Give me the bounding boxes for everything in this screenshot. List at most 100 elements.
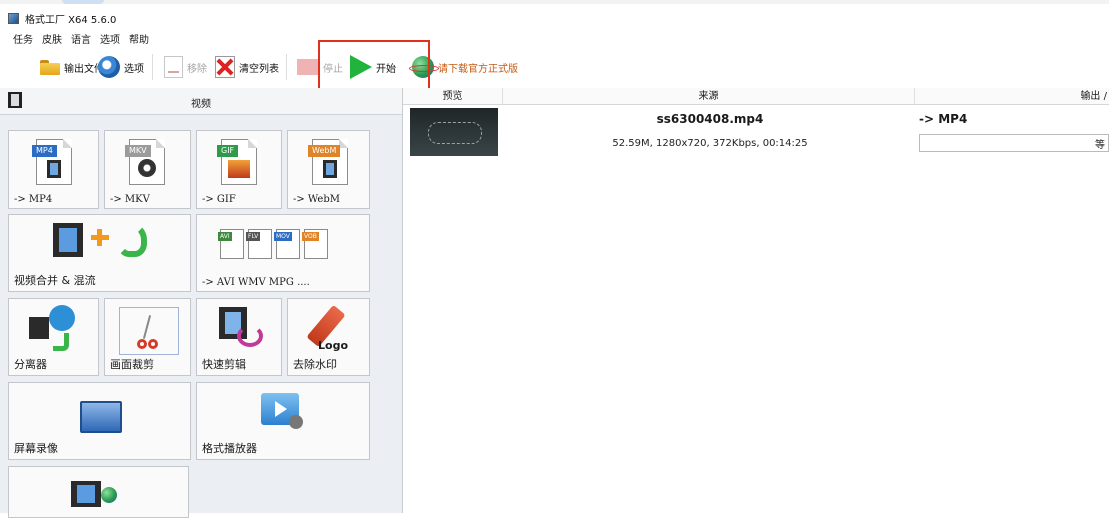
highlight-annotation-box [318,40,430,92]
image-icon [228,160,250,178]
file-name: ss6300408.mp4 [656,112,764,126]
mp4-file-icon: MP4 [32,139,72,185]
film-frame [59,228,77,252]
webm-file-icon: WebM [308,139,348,185]
remove-button[interactable]: 移除 [164,54,207,80]
app-icon [8,12,19,24]
vob-tag: VOB [302,232,319,241]
mkv-tag: MKV [125,145,151,157]
output-status-box: 等 [919,134,1109,152]
logo-text: Logo [318,339,348,352]
output-status-text: 等 [1095,140,1105,151]
clear-list-button[interactable]: 清空列表 [215,54,279,80]
window-title: 格式工厂 X64 5.6.0 [25,14,117,26]
remove-label: 移除 [187,63,207,75]
tile-label: -> WebM [293,194,340,205]
music-note-icon [117,223,147,257]
menu-options[interactable]: 选项 [100,31,120,46]
film-strip-icon [47,160,61,178]
tile-quick-clip[interactable]: 快速剪辑 [196,298,282,376]
panel-header-title: 视频 [191,99,211,110]
stop-icon [297,59,319,75]
window-tab-indicator [62,0,104,4]
avi-tag: AVI [218,232,232,241]
scissors-icon [135,315,159,349]
plus-icon-vertical [97,229,102,246]
doc-fold [156,139,165,148]
flv-tag: FLV [246,232,261,241]
tile-to-mp4[interactable]: MP4 -> MP4 [8,130,99,209]
tile-crop[interactable]: 画面裁剪 [104,298,191,376]
globe-icon [101,487,117,503]
top-strip [0,0,1109,4]
screen-record-icon [80,401,122,433]
options-icon [98,56,120,78]
toolbar: 输出文件夹 选项 移除 清空列表 停止 开始 请下载官方正式版 [0,48,1109,86]
download-official-label: 请下载官方正式版 [438,63,518,75]
menu-skin[interactable]: 皮肤 [42,31,62,46]
title-bar: 格式工厂 X64 5.6.0 [8,11,117,26]
options-button[interactable]: 选项 [98,54,144,80]
tile-label: 画面裁剪 [110,358,154,371]
options-label: 选项 [124,63,144,75]
tile-screen-record[interactable]: 屏幕录像 [8,382,191,460]
clear-list-label: 清空列表 [239,63,279,75]
doc-fold [63,139,72,148]
gear-icon [289,415,303,429]
tile-to-avi-wmv-mpg[interactable]: AVI FLV MOV VOB -> AVI WMV MPG .... [196,214,370,292]
webm-tag: WebM [308,145,341,157]
film-stack-icon [53,223,83,257]
file-info: 52.59M, 1280x720, 372Kbps, 00:14:25 [612,138,808,149]
tile-label: -> MP4 [14,194,53,205]
tile-to-webm[interactable]: WebM -> WebM [287,130,370,209]
tile-merge-mux[interactable]: 视频合并 & 混流 [8,214,191,292]
mp4-tag: MP4 [32,145,57,157]
video-thumbnail [410,108,498,156]
tile-label: -> AVI WMV MPG .... [202,277,310,288]
menu-language[interactable]: 语言 [71,31,91,46]
film-strip-icon [323,160,337,178]
music-note-icon [53,333,69,351]
folder-icon [40,59,60,75]
menu-help[interactable]: 帮助 [129,31,149,46]
doc-fold [248,139,257,148]
tile-label: 分离器 [14,358,47,371]
remove-icon [164,56,183,78]
scissors-icon [237,325,263,347]
reel-icon [49,305,75,331]
tile-splitter[interactable]: 分离器 [8,298,99,376]
vob-file-icon: VOB [302,229,328,259]
tile-label: 格式播放器 [202,442,257,455]
function-panel: 视频 MP4 -> MP4 MKV -> MKV GIF -> GIF WebM [0,88,403,518]
column-header-preview[interactable]: 预览 [403,88,503,105]
flv-file-icon: FLV [246,229,272,259]
mov-file-icon: MOV [274,229,300,259]
column-header-source[interactable]: 来源 [503,88,915,105]
panel-header-video[interactable]: 视频 [0,88,402,115]
tile-label: 去除水印 [293,358,337,371]
menu-bar: 任务 皮肤 语言 选项 帮助 [13,31,149,46]
doc-fold [339,139,348,148]
gif-tag: GIF [217,145,239,157]
tile-label: 视频合并 & 混流 [14,274,96,287]
tile-format-player[interactable]: 格式播放器 [196,382,370,460]
tile-to-mkv[interactable]: MKV -> MKV [104,130,191,209]
toolbar-separator [286,54,287,80]
gif-file-icon: GIF [217,139,257,185]
tile-more-video-tools[interactable] [8,466,189,518]
mkv-file-icon: MKV [125,139,165,185]
tile-label: 快速剪辑 [202,358,246,371]
film-icon [29,317,49,339]
avi-file-icon: AVI [218,229,244,259]
tile-label: -> MKV [110,194,150,205]
column-header-output[interactable]: 输出 / [915,88,1109,105]
mov-tag: MOV [274,232,292,241]
film-icon [71,481,101,507]
reel-icon [138,159,156,177]
tile-remove-watermark[interactable]: Logo 去除水印 [287,298,370,376]
menu-task[interactable]: 任务 [13,31,33,46]
clear-list-icon [215,56,235,78]
task-list: 预览 来源 输出 / ss6300408.mp4 52.59M, 1280x72… [403,88,1109,513]
toolbar-separator [152,54,153,80]
tile-to-gif[interactable]: GIF -> GIF [196,130,282,209]
